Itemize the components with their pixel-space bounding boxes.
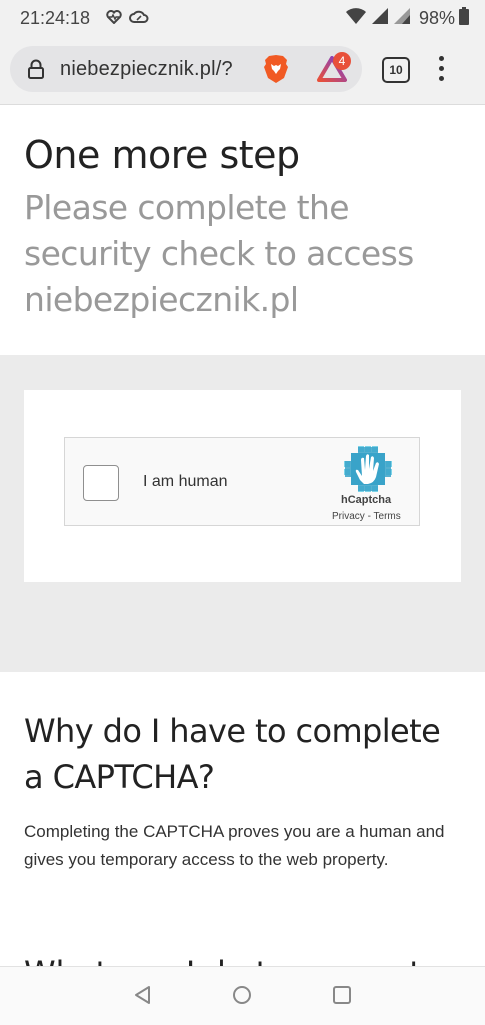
recents-icon[interactable] [332,985,352,1010]
tabs-button[interactable]: 10 [382,57,410,83]
signal-icon [393,7,411,30]
navigation-bar [0,966,485,1025]
battery-icon [459,7,469,30]
signal-icon [371,7,389,30]
battery-percent: 98% [418,8,455,28]
back-icon[interactable] [133,985,153,1010]
why-heading: Why do I have to complete a CAPTCHA? [24,712,441,796]
captcha-checkbox[interactable] [83,465,119,501]
status-time: 21:24:18 [20,8,91,28]
links-separator: - [364,511,374,522]
captcha-card: I am human hCaptcha Privacy - Terms [24,390,461,582]
home-icon[interactable] [232,985,252,1010]
page-subtitle: Please complete the security check to ac… [24,188,414,319]
cloud-icon [129,10,149,29]
why-body: Completing the CAPTCHA proves you are a … [24,822,445,869]
brave-rewards-icon[interactable]: 4 [317,52,351,87]
terms-link[interactable]: Terms [374,511,401,522]
next-heading-clip: What can I do to prevent [24,952,464,966]
status-bar: 21:24:18 98% [0,0,485,36]
challenge-header: One more step Please complete the securi… [0,105,485,355]
brave-shield-icon[interactable] [263,54,289,89]
address-bar[interactable]: niebezpiecznik.pl/? 4 [10,46,362,92]
next-heading: What can I do to prevent [24,952,464,966]
captcha-links: Privacy - Terms [332,511,401,522]
hcaptcha-brand: hCaptcha [341,494,392,506]
privacy-link[interactable]: Privacy [332,511,365,522]
more-menu-icon[interactable] [435,56,447,86]
lock-icon[interactable] [27,59,45,84]
why-section: Why do I have to complete a CAPTCHA? Com… [0,672,485,966]
rewards-badge: 4 [333,52,351,70]
wifi-icon [345,7,367,30]
hcaptcha-logo-icon [343,446,393,497]
url-text[interactable]: niebezpiecznik.pl/? [60,58,233,81]
page-title: One more step [24,133,300,177]
browser-toolbar: niebezpiecznik.pl/? 4 10 [0,36,485,105]
hcaptcha-widget: I am human hCaptcha Privacy - Terms [64,437,420,526]
captcha-section: I am human hCaptcha Privacy - Terms [0,355,485,672]
heart-monitor-icon [106,10,122,29]
captcha-checkbox-label[interactable]: I am human [143,473,227,491]
